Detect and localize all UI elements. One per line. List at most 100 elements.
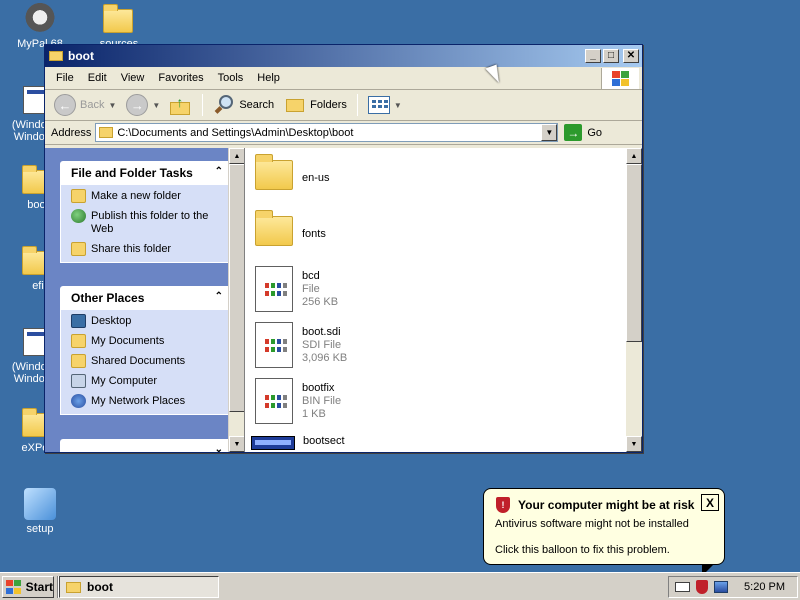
desktop-icon-mypal[interactable]: MyPal 68: [5, 3, 75, 50]
views-button[interactable]: ▼: [365, 94, 405, 116]
file-item-fonts[interactable]: fonts: [255, 206, 326, 246]
panel-header[interactable]: ⌄: [60, 439, 231, 452]
network-icon: [71, 394, 86, 408]
details-panel: ⌄: [60, 439, 231, 452]
folder-up-icon: ↑: [170, 95, 192, 115]
scroll-up-button[interactable]: ▲: [229, 148, 244, 164]
windows-logo-icon: [601, 68, 639, 89]
raccoon-icon: [24, 3, 56, 35]
folder-icon: [66, 581, 81, 593]
panel-header[interactable]: File and Folder Tasks ⌃: [60, 161, 231, 185]
setup-icon: [24, 488, 56, 520]
folder-icon: [99, 127, 114, 138]
menu-view[interactable]: View: [114, 70, 152, 86]
views-icon: [367, 96, 390, 114]
back-button[interactable]: ← Back ▼: [51, 92, 119, 118]
desktop-icon-setup[interactable]: setup: [5, 488, 75, 535]
computer-icon: [71, 374, 86, 388]
keyboard-icon[interactable]: [675, 582, 690, 592]
up-button[interactable]: ↑: [167, 93, 195, 117]
go-button[interactable]: → Go: [564, 124, 602, 141]
menu-help[interactable]: Help: [250, 70, 287, 86]
security-shield-icon: !: [496, 497, 510, 513]
forward-button[interactable]: → ▼: [123, 92, 163, 118]
file-item-boot-sdi[interactable]: boot.sdi SDI File 3,096 KB: [255, 322, 347, 368]
minimize-button[interactable]: _: [585, 49, 601, 63]
expand-icon[interactable]: ⌄: [215, 444, 223, 452]
task-make-new-folder[interactable]: Make a new folder: [71, 189, 224, 203]
new-folder-icon: [71, 189, 86, 203]
taskbar-button-boot[interactable]: boot: [59, 576, 219, 598]
menu-edit[interactable]: Edit: [81, 70, 114, 86]
taskbar: Start boot 5:20 PM: [0, 572, 800, 600]
folders-icon: [284, 96, 306, 114]
windows-logo-icon: [6, 580, 22, 594]
toolbar-separator: [356, 94, 358, 116]
folders-button[interactable]: Folders: [281, 94, 350, 116]
folder-icon: [49, 51, 63, 61]
explorer-window[interactable]: boot _ □ ✕ File Edit View Favorites Tool…: [44, 44, 643, 453]
balloon-hint: Click this balloon to fix this problem.: [495, 544, 670, 556]
network-icon[interactable]: [714, 581, 728, 593]
chevron-down-icon: ▼: [393, 100, 402, 110]
close-button[interactable]: ✕: [623, 49, 639, 63]
desktop-icon-sources[interactable]: sources: [84, 3, 154, 50]
file-item-bcd[interactable]: bcd File 256 KB: [255, 266, 338, 312]
other-places-panel: Other Places ⌃ Desktop My Documents Shar…: [60, 286, 231, 415]
scroll-up-button[interactable]: ▲: [626, 148, 642, 164]
file-item-bootfix[interactable]: bootfix BIN File 1 KB: [255, 378, 341, 424]
task-pane-scrollbar[interactable]: ▲ ▼: [228, 148, 244, 452]
title-bar[interactable]: boot _ □ ✕: [45, 45, 642, 67]
file-folder-tasks-panel: File and Folder Tasks ⌃ Make a new folde…: [60, 161, 231, 263]
chevron-down-icon: ▼: [152, 100, 161, 110]
panel-header[interactable]: Other Places ⌃: [60, 286, 231, 310]
window-content: File and Folder Tasks ⌃ Make a new folde…: [45, 148, 642, 452]
file-list: en-us fonts bcd File 256 KB boot.sdi SDI…: [244, 148, 642, 452]
balloon-title: Your computer might be at risk: [518, 498, 695, 512]
place-network[interactable]: My Network Places: [71, 394, 224, 408]
place-my-documents[interactable]: My Documents: [71, 334, 224, 348]
place-my-computer[interactable]: My Computer: [71, 374, 224, 388]
address-value: C:\Documents and Settings\Admin\Desktop\…: [117, 126, 354, 139]
search-button[interactable]: Search: [210, 92, 277, 118]
documents-folder-icon: [71, 334, 86, 348]
collapse-icon[interactable]: ⌃: [215, 166, 223, 177]
chevron-down-icon: ▼: [108, 100, 117, 110]
scroll-thumb[interactable]: [626, 164, 642, 342]
menu-favorites[interactable]: Favorites: [151, 70, 210, 86]
file-icon: [255, 378, 293, 424]
scroll-thumb[interactable]: [229, 164, 244, 412]
address-dropdown-button[interactable]: ▼: [541, 124, 558, 141]
task-pane: File and Folder Tasks ⌃ Make a new folde…: [45, 148, 244, 452]
folder-icon: [255, 210, 293, 246]
file-icon: [255, 322, 293, 368]
address-bar: Address C:\Documents and Settings\Admin\…: [45, 121, 642, 145]
task-share-folder[interactable]: Share this folder: [71, 242, 224, 256]
place-desktop[interactable]: Desktop: [71, 314, 224, 328]
place-shared-documents[interactable]: Shared Documents: [71, 354, 224, 368]
back-arrow-icon: ←: [54, 94, 76, 116]
clock[interactable]: 5:20 PM: [744, 581, 797, 593]
folder-icon: [255, 154, 293, 190]
scroll-down-button[interactable]: ▼: [626, 436, 642, 452]
address-input[interactable]: C:\Documents and Settings\Admin\Desktop\…: [95, 123, 559, 142]
collapse-icon[interactable]: ⌃: [215, 291, 223, 302]
security-shield-icon[interactable]: [696, 580, 708, 594]
search-icon: [213, 94, 235, 116]
menu-file[interactable]: File: [49, 70, 81, 86]
forward-arrow-icon: →: [126, 94, 149, 116]
system-tray: 5:20 PM: [668, 576, 798, 598]
balloon-close-button[interactable]: X: [701, 494, 719, 511]
desktop-icon: [71, 314, 86, 328]
security-balloon[interactable]: ! Your computer might be at risk X Antiv…: [483, 488, 725, 576]
maximize-button[interactable]: □: [603, 49, 619, 63]
scroll-down-button[interactable]: ▼: [229, 436, 244, 452]
file-list-scrollbar[interactable]: ▲ ▼: [626, 148, 642, 452]
file-item-bootsect[interactable]: bootsect: [303, 435, 345, 448]
toolbar-separator: [202, 94, 204, 116]
toolbar: ← Back ▼ → ▼ ↑ Search Folders ▼: [45, 90, 642, 121]
menu-tools[interactable]: Tools: [211, 70, 251, 86]
file-item-en-us[interactable]: en-us: [255, 150, 330, 190]
task-publish-folder[interactable]: Publish this folder to the Web: [71, 209, 224, 236]
start-button[interactable]: Start: [2, 576, 54, 598]
